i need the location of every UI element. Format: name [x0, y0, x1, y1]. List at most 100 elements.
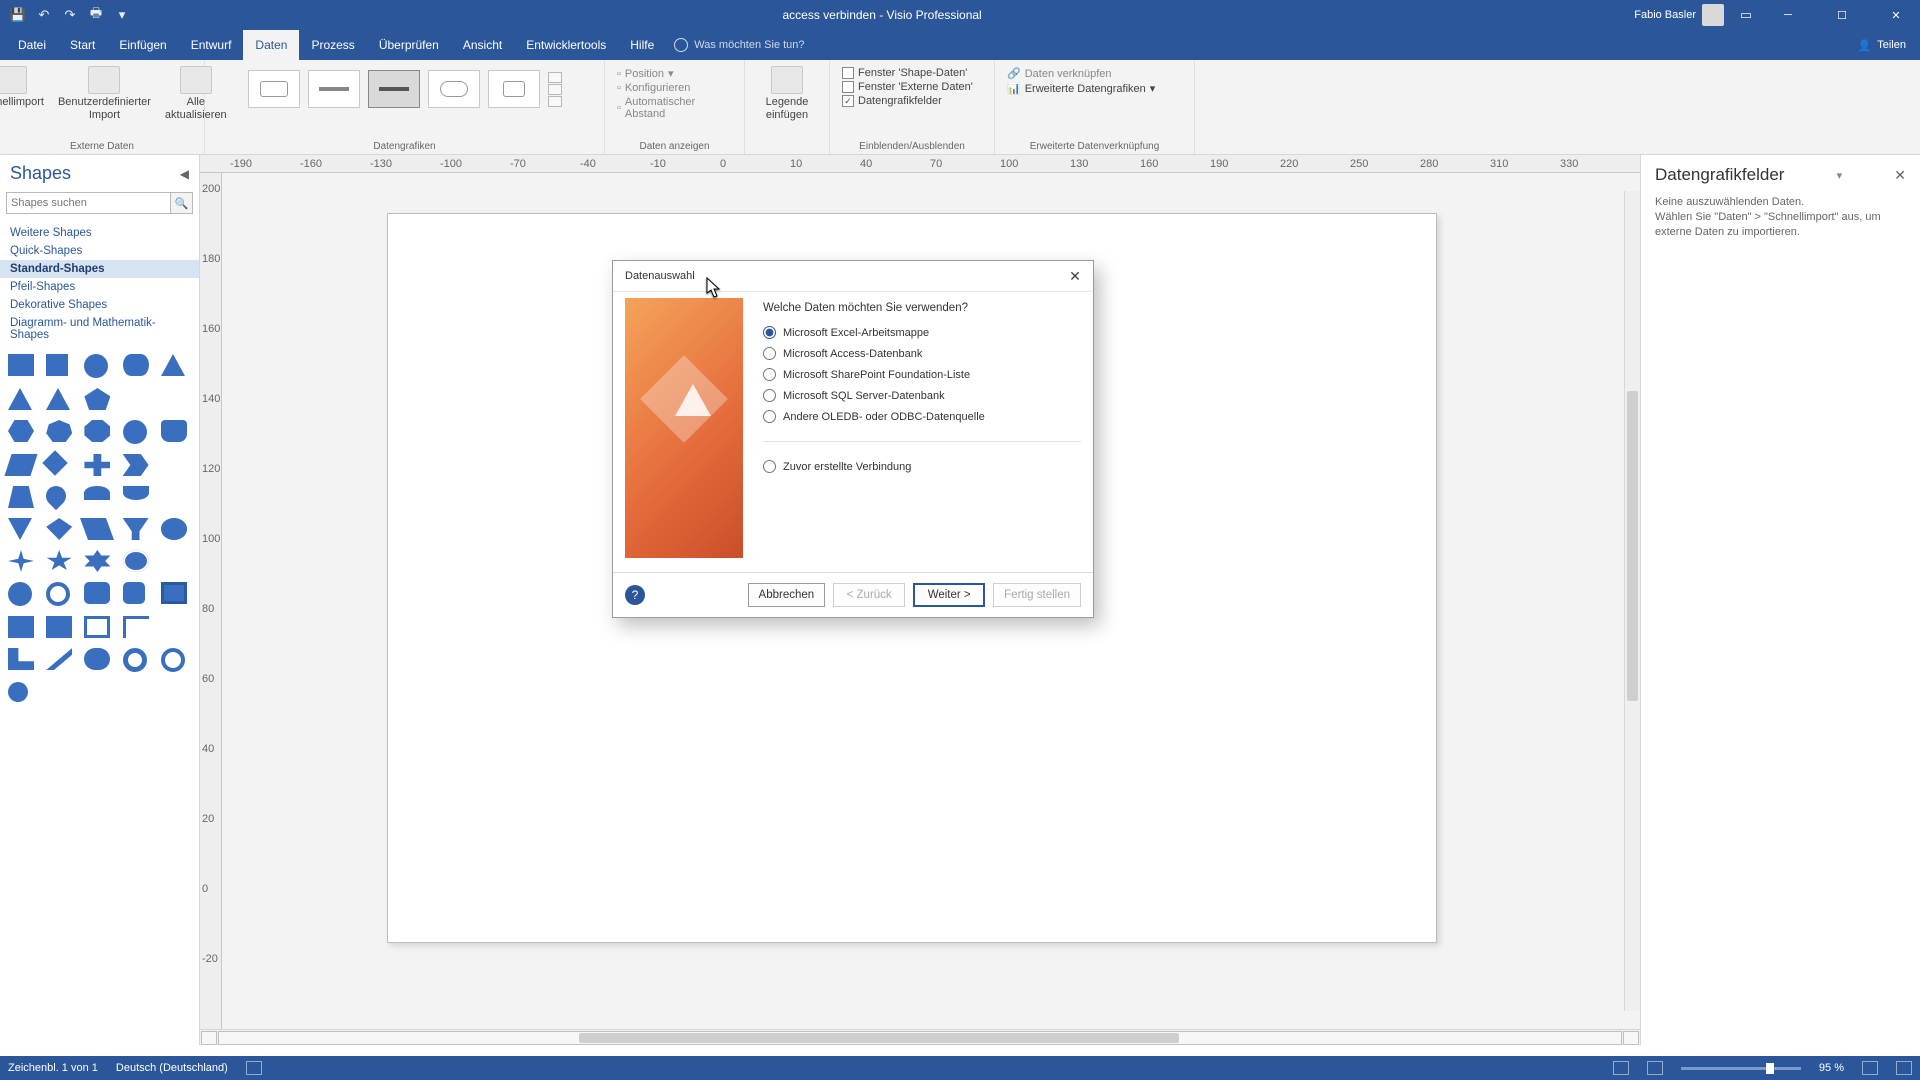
- tell-me-search[interactable]: Was möchten Sie tun?: [666, 30, 812, 60]
- radio-sharepoint[interactable]: [763, 368, 776, 381]
- shape-trapezoid[interactable]: [8, 486, 34, 508]
- data-source-option[interactable]: Microsoft Excel-Arbeitsmappe: [763, 326, 1081, 339]
- shape-cross[interactable]: [84, 454, 110, 476]
- shape-bevel[interactable]: [161, 582, 187, 604]
- close-button[interactable]: ✕: [1876, 1, 1916, 29]
- shape-thick-circle[interactable]: [46, 582, 70, 606]
- gallery-more-icon[interactable]: [548, 96, 562, 107]
- tab-einfuegen[interactable]: Einfügen: [107, 30, 178, 60]
- gallery-down-icon[interactable]: [548, 84, 562, 95]
- shape-small-circle[interactable]: [8, 682, 28, 702]
- shape-category[interactable]: Quick-Shapes: [0, 242, 199, 260]
- shape-4star[interactable]: [8, 550, 34, 572]
- radio-sqlserver[interactable]: [763, 389, 776, 402]
- collapse-panel-icon[interactable]: ◀: [180, 167, 189, 181]
- dialog-titlebar[interactable]: Datenauswahl ✕: [613, 261, 1093, 291]
- shape-half-frame[interactable]: [123, 616, 149, 638]
- data-graphics-gallery[interactable]: [248, 64, 562, 108]
- shape-no-symbol[interactable]: [161, 648, 185, 672]
- data-source-option[interactable]: Microsoft SharePoint Foundation-Liste: [763, 368, 1081, 381]
- macro-record-icon[interactable]: [246, 1061, 262, 1075]
- close-panel-icon[interactable]: ✕: [1894, 167, 1906, 184]
- shape-donut[interactable]: [123, 648, 147, 672]
- shape-circle[interactable]: [123, 420, 147, 444]
- zoom-slider[interactable]: [1681, 1067, 1801, 1070]
- tab-prozess[interactable]: Prozess: [299, 30, 366, 60]
- shape-arc[interactable]: [84, 486, 110, 500]
- tab-datei[interactable]: Datei: [6, 30, 58, 60]
- data-source-option[interactable]: Microsoft Access-Datenbank: [763, 347, 1081, 360]
- tab-entwicklertools[interactable]: Entwicklertools: [514, 30, 618, 60]
- shape-category[interactable]: Diagramm- und Mathematik-Shapes: [0, 314, 199, 344]
- account-button[interactable]: Fabio Basler: [1634, 4, 1724, 26]
- shape-frame[interactable]: [84, 616, 110, 638]
- tab-ansicht[interactable]: Ansicht: [451, 30, 514, 60]
- tab-hilfe[interactable]: Hilfe: [618, 30, 666, 60]
- undo-icon[interactable]: ↶: [36, 7, 52, 23]
- shape-triangle[interactable]: [8, 388, 32, 410]
- zoom-label[interactable]: 95 %: [1819, 1062, 1844, 1074]
- shape-kite[interactable]: [46, 518, 72, 540]
- cancel-button[interactable]: Abbrechen: [748, 583, 826, 607]
- shapes-search-input[interactable]: [6, 192, 171, 214]
- shape-6star[interactable]: [84, 550, 110, 572]
- data-source-option[interactable]: Zuvor erstellte Verbindung: [763, 460, 1081, 473]
- shapes-search-button[interactable]: 🔍: [171, 192, 193, 214]
- data-source-option[interactable]: Andere OLEDB- oder ODBC-Datenquelle: [763, 410, 1081, 423]
- page-width-icon[interactable]: [1647, 1061, 1663, 1075]
- shape-parallelogram[interactable]: [4, 454, 37, 476]
- extended-graphics-button[interactable]: 📊Erweiterte Datengrafiken▾: [1005, 81, 1157, 96]
- shape-filled-circle[interactable]: [8, 582, 32, 606]
- tab-ueberpruefen[interactable]: Überprüfen: [367, 30, 451, 60]
- shape-pentagon[interactable]: [84, 388, 110, 410]
- vertical-scrollbar[interactable]: [1624, 191, 1640, 1011]
- shape-oval[interactable]: [123, 354, 149, 376]
- shape-category[interactable]: Weitere Shapes: [0, 224, 199, 242]
- scroll-right-icon[interactable]: [1623, 1031, 1639, 1045]
- horizontal-scrollbar[interactable]: [200, 1029, 1640, 1045]
- radio-oledb[interactable]: [763, 410, 776, 423]
- gallery-item[interactable]: [428, 70, 480, 108]
- shape-rounded-square[interactable]: [123, 582, 145, 604]
- minimize-button[interactable]: ─: [1768, 1, 1808, 29]
- shape-rectangle[interactable]: [8, 354, 34, 376]
- language-label[interactable]: Deutsch (Deutschland): [116, 1062, 228, 1074]
- shape-cube2[interactable]: [46, 616, 72, 638]
- shape-pill[interactable]: [84, 648, 110, 670]
- shape-rounded-rect[interactable]: [84, 582, 110, 604]
- share-button[interactable]: 👤 Teilen: [1844, 30, 1920, 60]
- shape-burst[interactable]: [123, 550, 149, 572]
- maximize-button[interactable]: ☐: [1822, 1, 1862, 29]
- radio-access[interactable]: [763, 347, 776, 360]
- shape-can[interactable]: [161, 420, 187, 442]
- radio-excel[interactable]: [763, 326, 776, 339]
- shape-rhombus[interactable]: [80, 518, 114, 540]
- shape-down-triangle[interactable]: [8, 518, 32, 540]
- help-button[interactable]: ?: [625, 585, 645, 605]
- qat-more-icon[interactable]: ▾: [114, 7, 130, 23]
- next-button[interactable]: Weiter >: [913, 583, 985, 607]
- shape-ellipse[interactable]: [84, 354, 108, 378]
- tab-start[interactable]: Start: [58, 30, 107, 60]
- shape-cube[interactable]: [8, 616, 34, 638]
- pan-zoom-icon[interactable]: [1896, 1061, 1912, 1075]
- shape-heptagon[interactable]: [46, 420, 72, 442]
- gallery-item[interactable]: [488, 70, 540, 108]
- insert-legend-button[interactable]: Legende einfügen: [762, 64, 813, 123]
- toggle-graphic-fields[interactable]: ✓Datengrafikfelder: [840, 94, 944, 108]
- shape-category[interactable]: Pfeil-Shapes: [0, 278, 199, 296]
- shape-wave[interactable]: [123, 486, 149, 500]
- custom-import-button[interactable]: Benutzerdefinierter Import: [54, 64, 155, 123]
- gallery-item[interactable]: [368, 70, 420, 108]
- scrollbar-thumb[interactable]: [579, 1033, 1179, 1043]
- quick-import-button[interactable]: Schnellimport: [0, 64, 48, 123]
- shape-octagon[interactable]: [84, 420, 110, 442]
- presentation-mode-icon[interactable]: [1613, 1061, 1629, 1075]
- shape-category[interactable]: Dekorative Shapes: [0, 296, 199, 314]
- ribbon-options-icon[interactable]: ▭: [1738, 7, 1754, 23]
- redo-icon[interactable]: ↷: [62, 7, 78, 23]
- tab-daten[interactable]: Daten: [243, 30, 299, 60]
- print-icon[interactable]: 🖶: [88, 7, 104, 23]
- gallery-up-icon[interactable]: [548, 72, 562, 83]
- gallery-item[interactable]: [248, 70, 300, 108]
